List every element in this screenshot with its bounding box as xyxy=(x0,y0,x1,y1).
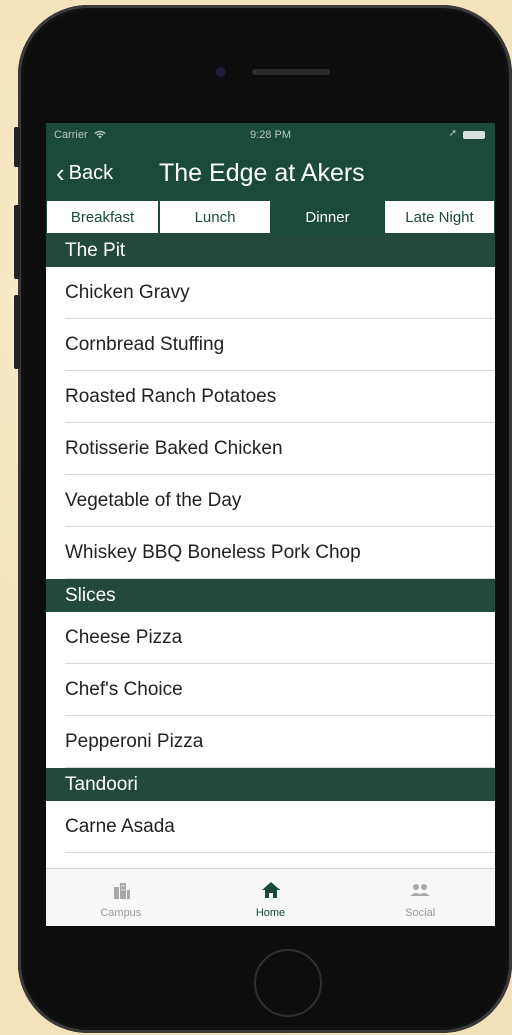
tab-campus[interactable]: Campus xyxy=(46,869,196,926)
tab-label: Social xyxy=(405,907,436,919)
app-screen: Carrier 9:28 PM ➚ ‹ Back The Edge at Ake… xyxy=(46,123,495,926)
tab-bar: Campus Home Social xyxy=(46,868,495,926)
menu-item[interactable]: Pepperoni Pizza xyxy=(46,716,495,768)
tab-home[interactable]: Home xyxy=(196,869,346,926)
status-time: 9:28 PM xyxy=(250,129,291,141)
menu-list[interactable]: The Pit Chicken Gravy Cornbread Stuffing… xyxy=(46,234,495,868)
home-button[interactable] xyxy=(254,949,322,1017)
menu-item[interactable]: Cornbread Stuffing xyxy=(46,319,495,371)
volume-up-button xyxy=(14,205,20,279)
menu-item[interactable]: Cheese Pizza xyxy=(46,612,495,664)
tab-social[interactable]: Social xyxy=(345,869,495,926)
menu-item[interactable]: Whiskey BBQ Boneless Pork Chop xyxy=(46,527,495,579)
segment-lunch[interactable]: Lunch xyxy=(159,200,271,234)
page-title: The Edge at Akers xyxy=(159,159,365,187)
navigation-bar: ‹ Back The Edge at Akers xyxy=(46,147,495,200)
section-header: The Pit xyxy=(46,234,495,267)
segment-breakfast[interactable]: Breakfast xyxy=(46,200,159,234)
front-camera xyxy=(216,67,226,77)
battery-icon xyxy=(463,131,485,139)
people-icon xyxy=(410,884,431,896)
chevron-left-icon: ‹ xyxy=(56,158,65,188)
meal-segmented-control: Breakfast Lunch Dinner Late Night xyxy=(46,200,495,234)
section-header: Slices xyxy=(46,579,495,612)
home-icon xyxy=(261,882,280,898)
menu-item[interactable]: Roasted Ranch Potatoes xyxy=(46,371,495,423)
mute-switch xyxy=(14,127,20,167)
segment-dinner[interactable]: Dinner xyxy=(271,200,384,234)
menu-item[interactable]: Chef's Choice xyxy=(46,664,495,716)
menu-item[interactable]: Rotisserie Baked Chicken xyxy=(46,423,495,475)
tab-label: Campus xyxy=(100,907,142,919)
earpiece-speaker xyxy=(252,69,330,75)
status-bar: Carrier 9:28 PM ➚ xyxy=(46,123,495,147)
building-icon xyxy=(113,883,130,899)
back-label: Back xyxy=(68,161,114,184)
tab-label: Home xyxy=(255,907,286,919)
volume-down-button xyxy=(14,295,20,369)
section-header: Tandoori xyxy=(46,768,495,801)
menu-item[interactable]: Chicken Gravy xyxy=(46,267,495,319)
back-button[interactable]: ‹ Back xyxy=(56,159,113,187)
menu-item[interactable]: Carne Asada xyxy=(46,801,495,853)
segment-late-night[interactable]: Late Night xyxy=(384,200,495,234)
menu-item[interactable]: Vegetable of the Day xyxy=(46,475,495,527)
location-arrow-icon: ➚ xyxy=(448,128,457,139)
